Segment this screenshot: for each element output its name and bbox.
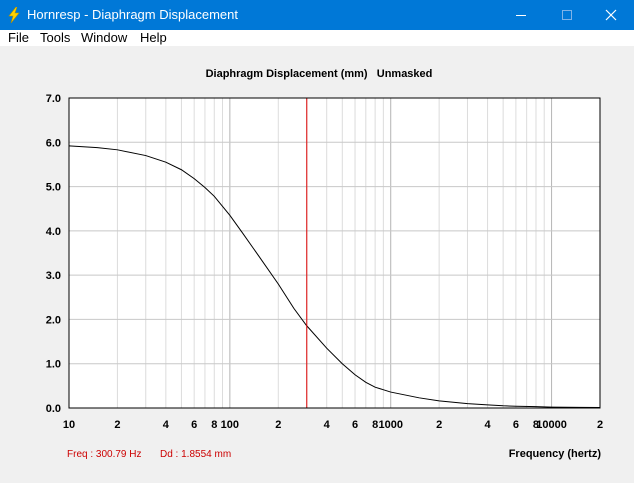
x-tick-label: 4 xyxy=(324,419,331,431)
x-tick-label: 2 xyxy=(436,419,442,431)
maximize-button[interactable] xyxy=(544,0,590,30)
close-button[interactable] xyxy=(588,0,634,30)
menu-help[interactable]: Help xyxy=(140,30,167,45)
chart-area[interactable]: Diaphragm Displacement (mm) Unmasked 0.0… xyxy=(0,46,634,478)
displacement-chart[interactable]: Diaphragm Displacement (mm) Unmasked 0.0… xyxy=(0,46,634,478)
menu-bar: File Tools Window Help xyxy=(0,30,634,46)
x-tick-label: 6 xyxy=(191,419,197,431)
freq-readout: Freq : 300.79 Hz xyxy=(67,449,141,460)
y-tick-label: 0.0 xyxy=(46,403,61,415)
chart-title: Diaphragm Displacement (mm) Unmasked xyxy=(206,68,433,80)
x-tick-label: 6 xyxy=(352,419,358,431)
x-tick-label: 2 xyxy=(597,419,603,431)
lightning-bolt-icon xyxy=(8,7,20,23)
x-tick-label: 8 xyxy=(372,419,378,431)
menu-tools[interactable]: Tools xyxy=(40,30,70,45)
x-axis-ticks: 10 2 4 6 8 100 2 4 6 8 1000 2 4 6 810000 2 xyxy=(63,419,603,431)
y-tick-label: 5.0 xyxy=(46,182,61,194)
maximize-icon xyxy=(562,10,572,20)
x-tick-label: 100 xyxy=(221,419,239,431)
x-tick-label: 10 xyxy=(63,419,75,431)
x-tick-label: 4 xyxy=(485,419,492,431)
y-tick-label: 2.0 xyxy=(46,314,61,326)
x-tick-label: 8 xyxy=(211,419,217,431)
y-axis-ticks: 0.0 1.0 2.0 3.0 4.0 5.0 6.0 7.0 xyxy=(46,93,61,415)
dd-readout: Dd : 1.8554 mm xyxy=(160,449,231,460)
x-tick-label: 2 xyxy=(114,419,120,431)
x-tick-label: 6 xyxy=(513,419,519,431)
x-tick-label: 1000 xyxy=(378,419,402,431)
close-icon xyxy=(605,9,617,21)
minimize-button[interactable] xyxy=(498,0,544,30)
title-bar[interactable]: Hornresp - Diaphragm Displacement xyxy=(0,0,634,30)
y-tick-label: 1.0 xyxy=(46,359,61,371)
x-tick-label: 4 xyxy=(163,419,170,431)
menu-file[interactable]: File xyxy=(8,30,29,45)
x-axis-label: Frequency (hertz) xyxy=(509,448,602,460)
menu-window[interactable]: Window xyxy=(81,30,127,45)
y-tick-label: 4.0 xyxy=(46,226,61,238)
plot-background[interactable] xyxy=(69,98,600,408)
x-tick-label: 2 xyxy=(275,419,281,431)
x-tick-label: 10000 xyxy=(536,419,567,431)
y-tick-label: 6.0 xyxy=(46,137,61,149)
window-title: Hornresp - Diaphragm Displacement xyxy=(27,7,238,22)
minimize-icon xyxy=(516,15,526,16)
y-tick-label: 7.0 xyxy=(46,93,61,105)
y-tick-label: 3.0 xyxy=(46,270,61,282)
